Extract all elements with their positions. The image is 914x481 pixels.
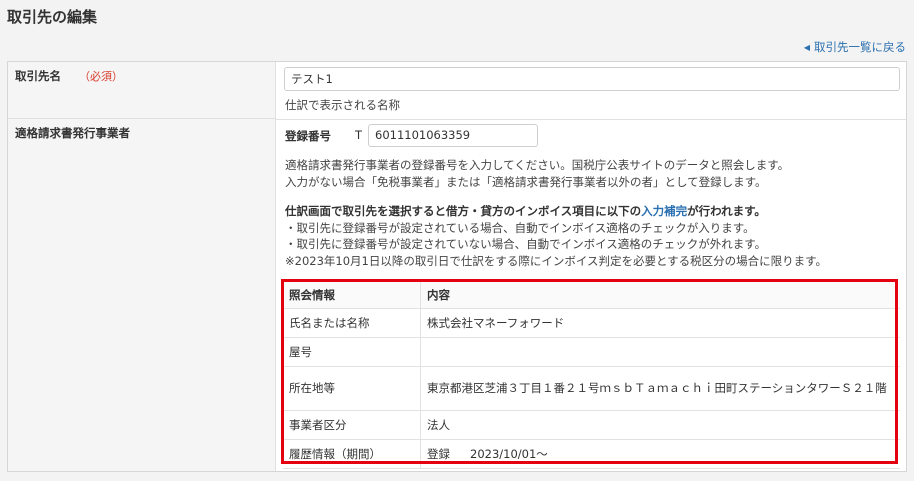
row-value: 株式会社マネーフォワード: [420, 308, 900, 338]
autocomplete-help-link[interactable]: 入力補完: [641, 204, 687, 218]
note-line: ※2023年10月1日以降の取引日で仕訳をする際にインボイス判定を必要とする税区…: [285, 253, 828, 268]
invoice-label-text: 適格請求書発行事業者: [15, 126, 130, 140]
registration-number-label: 登録番号: [285, 129, 331, 143]
row-value: 登録 2023/10/01〜: [420, 439, 900, 469]
invoice-field-label: 適格請求書発行事業者: [8, 119, 276, 471]
header-key: 照会情報: [283, 281, 421, 309]
note-line: ・取引先に登録番号が設定されていない場合、自動でインボイス適格のチェックが外れま…: [285, 237, 767, 252]
note-line: ・取引先に登録番号が設定されている場合、自動でインボイス適格のチェックが入ります…: [285, 220, 755, 235]
note-heading-text: 仕訳画面で取引先を選択すると借方・貸方のインボイス項目に以下の: [285, 204, 642, 218]
table-row: 氏名または名称 株式会社マネーフォワード: [283, 308, 900, 338]
registration-number-input[interactable]: 6011101063359: [368, 124, 538, 147]
table-row: 所在地等 東京都港区芝浦３丁目１番２１号ｍｓｂＴａｍａｃｈｉ田町ステーションタワ…: [283, 366, 900, 411]
row-key: 所在地等: [283, 366, 421, 411]
row-divider: [276, 119, 906, 120]
autocomplete-note: 仕訳画面で取引先を選択すると借方・貸方のインボイス項目に以下の入力補完が行われま…: [285, 203, 827, 269]
table-header-row: 照会情報 内容: [283, 281, 900, 309]
table-row: 屋号: [283, 337, 900, 367]
back-to-list-link[interactable]: ◀ 取引先一覧に戻る: [804, 39, 906, 55]
row-value: [420, 337, 900, 367]
desc-line: 適格請求書発行事業者の登録番号を入力してください。国税庁公表サイトのデータと照会…: [285, 158, 790, 172]
partner-name-input[interactable]: テスト1: [284, 67, 900, 91]
history-status: 登録: [427, 447, 450, 461]
row-key: 履歴情報（期間）: [283, 439, 421, 469]
name-field-label: 取引先名 （必須）: [8, 62, 276, 119]
table-row: 事業者区分 法人: [283, 410, 900, 440]
history-date: 2023/10/01〜: [470, 447, 548, 461]
edit-form: 取引先名 （必須） テスト1 仕訳で表示される名称 適格請求書発行事業者 登録番…: [7, 61, 907, 472]
header-value: 内容: [420, 281, 900, 309]
note-heading-text-end: が行われます。: [687, 204, 766, 218]
row-key: 屋号: [283, 337, 421, 367]
row-value: 東京都港区芝浦３丁目１番２１号ｍｓｂＴａｍａｃｈｉ田町ステーションタワーＳ２１階: [420, 366, 900, 411]
lookup-info-table: 照会情報 内容 氏名または名称 株式会社マネーフォワード 屋号 所在地等 東京都…: [283, 281, 900, 469]
registration-description: 適格請求書発行事業者の登録番号を入力してください。国税庁公表サイトのデータと照会…: [285, 157, 789, 190]
row-key: 事業者区分: [283, 410, 421, 440]
row-key: 氏名または名称: [283, 308, 421, 338]
name-label-text: 取引先名: [15, 69, 61, 83]
table-row: 履歴情報（期間） 登録 2023/10/01〜: [283, 439, 900, 469]
back-link-label: 取引先一覧に戻る: [814, 40, 906, 54]
caret-left-icon: ◀: [803, 43, 810, 52]
name-hint: 仕訳で表示される名称: [285, 98, 400, 112]
required-badge: （必須）: [79, 70, 124, 83]
note-heading: 仕訳画面で取引先を選択すると借方・貸方のインボイス項目に以下の入力補完が行われま…: [285, 203, 827, 220]
desc-line: 入力がない場合「免税事業者」または「適格請求書発行事業者以外の者」として登録しま…: [285, 174, 767, 189]
registration-prefix: T: [355, 128, 363, 142]
row-value: 法人: [420, 410, 900, 440]
page-title: 取引先の編集: [7, 8, 98, 26]
